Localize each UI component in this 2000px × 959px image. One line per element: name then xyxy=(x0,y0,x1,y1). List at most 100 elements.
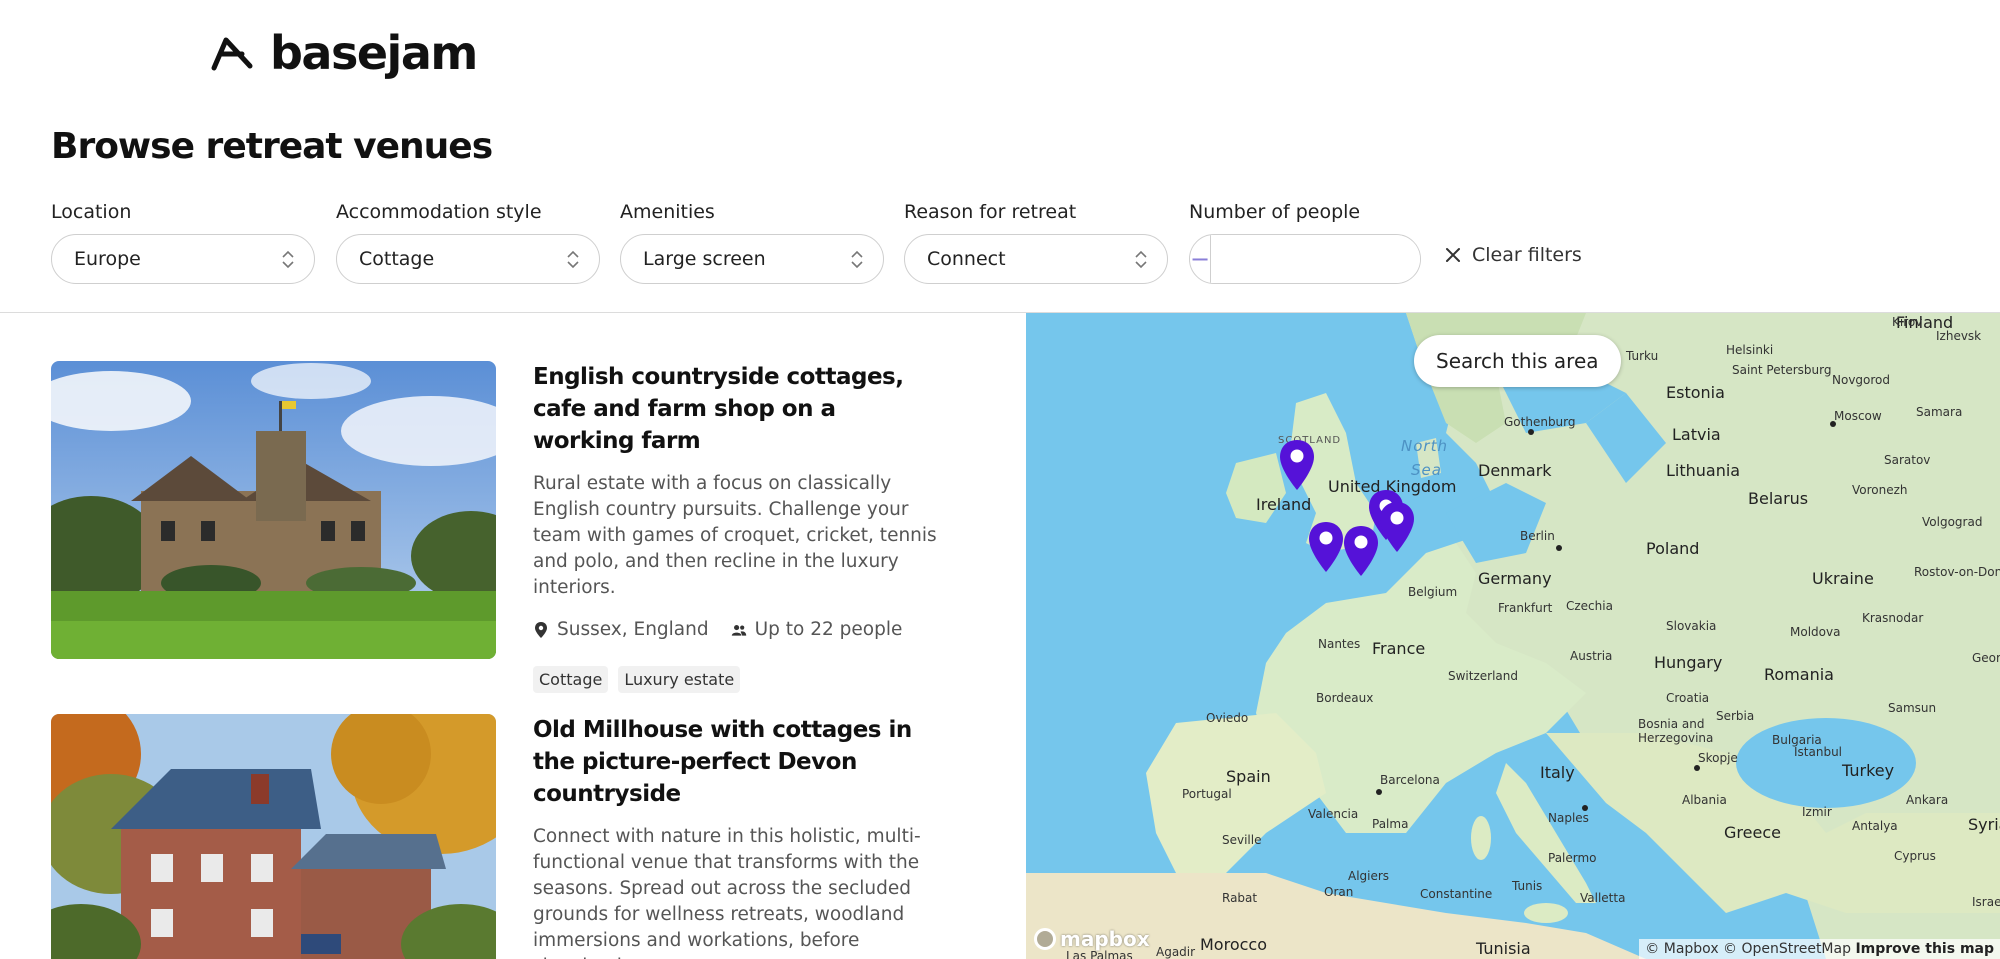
map-label: Czechia xyxy=(1566,599,1613,613)
select-value: Connect xyxy=(927,248,1006,270)
map-label: Greece xyxy=(1724,823,1781,842)
map-label: Istanbul xyxy=(1794,745,1843,759)
logo[interactable]: basejam xyxy=(208,26,478,80)
manor-house-photo xyxy=(51,361,496,659)
map-label: Turku xyxy=(1626,349,1659,363)
header: basejam Browse retreat venues Location E… xyxy=(0,0,2000,313)
map-label: Rabat xyxy=(1222,891,1258,905)
capacity-meta: Up to 22 people xyxy=(731,619,903,640)
map-label: Tunisia xyxy=(1476,939,1531,958)
map-label: Valencia xyxy=(1308,807,1359,821)
city-marker xyxy=(1830,421,1836,427)
map-label: Ireland xyxy=(1256,495,1312,514)
amenities-select[interactable]: Large screen xyxy=(620,234,884,284)
map-label: North xyxy=(1401,437,1448,455)
venue-pin-icon[interactable] xyxy=(1378,501,1416,553)
listing-card[interactable]: Old Millhouse with cottages in the pictu… xyxy=(51,714,971,959)
select-value: Cottage xyxy=(359,248,435,270)
map-label: Portugal xyxy=(1182,787,1232,801)
map-label: Turkey xyxy=(1842,761,1895,780)
map-label: Antalya xyxy=(1852,819,1898,833)
map-label: Cyprus xyxy=(1894,849,1936,863)
listing-card[interactable]: English countryside cottages, cafe and f… xyxy=(51,361,971,693)
map-label: Krasnodar xyxy=(1862,611,1924,625)
map-label: Seville xyxy=(1222,833,1262,847)
page-title: Browse retreat venues xyxy=(51,126,493,167)
city-marker xyxy=(1582,805,1588,811)
filter-label: Number of people xyxy=(1189,201,1361,223)
map-label: Croatia xyxy=(1666,691,1710,705)
map-label: Naples xyxy=(1548,811,1589,825)
map-label: Syria xyxy=(1968,815,2000,834)
map-label: Lithuania xyxy=(1666,461,1741,480)
listing-body: Old Millhouse with cottages in the pictu… xyxy=(533,714,943,959)
listing-image[interactable] xyxy=(51,714,496,959)
capacity-text: Up to 22 people xyxy=(754,619,903,640)
mapbox-logo[interactable]: mapbox xyxy=(1034,927,1150,951)
city-marker xyxy=(1556,545,1562,551)
basejam-logo-icon xyxy=(211,37,253,71)
mapbox-logo-icon xyxy=(1034,928,1056,950)
location-select[interactable]: Europe xyxy=(51,234,315,284)
map-label: Spain xyxy=(1226,767,1271,786)
filter-label: Accommodation style xyxy=(336,201,542,223)
map-label: Germany xyxy=(1478,569,1552,588)
filter-location: Location Europe xyxy=(51,200,315,284)
venue-pin-icon[interactable] xyxy=(1307,521,1345,573)
people-input[interactable] xyxy=(1211,235,1420,283)
tag: Cottage xyxy=(533,666,609,693)
map[interactable]: Finland Estonia Latvia Lithuania Belarus… xyxy=(1026,313,2000,959)
chevron-up-down-icon xyxy=(567,250,579,269)
listing-body: English countryside cottages, cafe and f… xyxy=(533,361,943,693)
improve-map-link[interactable]: Improve this map xyxy=(1855,941,1994,957)
filter-accommodation: Accommodation style Cottage xyxy=(336,200,600,284)
map-label: Belgium xyxy=(1408,585,1458,599)
map-label: France xyxy=(1372,639,1426,658)
map-pin-icon xyxy=(535,621,547,638)
map-label: Ukraine xyxy=(1812,569,1874,588)
attribution-text[interactable]: © Mapbox © OpenStreetMap xyxy=(1645,941,1851,957)
venue-pin-icon[interactable] xyxy=(1342,525,1380,577)
map-label: Oran xyxy=(1324,885,1354,899)
clear-filters-label: Clear filters xyxy=(1472,244,1582,266)
map-label: Samsun xyxy=(1888,701,1937,715)
listing-title[interactable]: Old Millhouse with cottages in the pictu… xyxy=(533,714,943,810)
map-label: Saratov xyxy=(1884,453,1931,467)
select-value: Europe xyxy=(74,248,141,270)
people-stepper: − + xyxy=(1189,234,1421,284)
venue-pin-icon[interactable] xyxy=(1278,439,1316,491)
listing-meta: Sussex, England Up to 22 people xyxy=(533,619,943,640)
map-label: Palermo xyxy=(1548,851,1597,865)
listing-image[interactable] xyxy=(51,361,496,659)
map-label: Bordeaux xyxy=(1316,691,1374,705)
map-label: Agadir xyxy=(1156,945,1196,959)
map-label: Skopje xyxy=(1698,751,1738,765)
map-label: Sea xyxy=(1411,461,1442,479)
listing-title[interactable]: English countryside cottages, cafe and f… xyxy=(533,361,943,457)
map-label: Nantes xyxy=(1318,637,1361,651)
reason-select[interactable]: Connect xyxy=(904,234,1168,284)
filter-reason: Reason for retreat Connect xyxy=(904,200,1168,284)
map-label: Constantine xyxy=(1420,887,1493,901)
map-label: Algiers xyxy=(1348,869,1390,883)
filter-label: Reason for retreat xyxy=(904,201,1077,223)
map-label: Belarus xyxy=(1748,489,1809,508)
people-icon xyxy=(731,624,746,636)
map-label: Gothenburg xyxy=(1504,415,1576,429)
map-label: Israel xyxy=(1972,895,2000,909)
search-this-area-button[interactable]: Search this area xyxy=(1414,335,1621,387)
map-label: Hungary xyxy=(1654,653,1723,672)
city-marker xyxy=(1376,789,1382,795)
map-label: Samara xyxy=(1916,405,1963,419)
tag: Luxury estate xyxy=(618,666,741,693)
select-value: Large screen xyxy=(643,248,766,270)
close-icon xyxy=(1446,248,1460,262)
decrement-button[interactable]: − xyxy=(1190,235,1212,283)
map-label: Novgorod xyxy=(1832,373,1891,387)
map-label: Rostov-on-Don xyxy=(1914,565,2000,579)
filter-label: Location xyxy=(51,201,132,223)
clear-filters-button[interactable]: Clear filters xyxy=(1444,244,1582,266)
tag-list: Cottage Luxury estate xyxy=(533,666,943,693)
accommodation-select[interactable]: Cottage xyxy=(336,234,600,284)
map-label: Palma xyxy=(1372,817,1409,831)
